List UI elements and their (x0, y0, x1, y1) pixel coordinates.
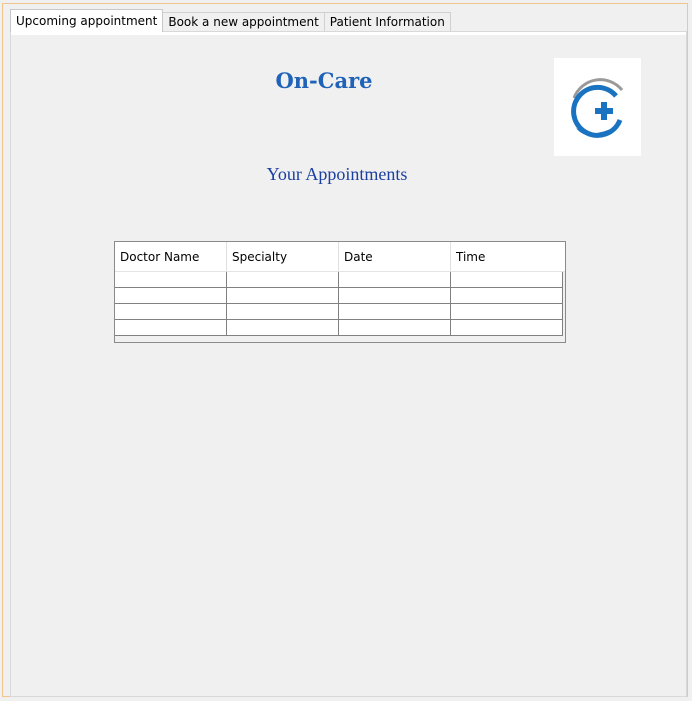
table-cell[interactable] (451, 304, 563, 320)
section-subtitle: Your Appointments (266, 164, 408, 184)
table-cell[interactable] (451, 272, 563, 288)
table-cell[interactable] (339, 320, 451, 336)
column-header-date[interactable]: Date (339, 242, 451, 271)
logo (554, 58, 641, 156)
table-cell[interactable] (451, 320, 563, 336)
appointments-table[interactable]: Doctor Name Specialty Date Time (114, 241, 566, 343)
table-cell[interactable] (115, 272, 227, 288)
table-cell[interactable] (451, 288, 563, 304)
medical-cross-hand-logo-icon (571, 78, 624, 138)
upcoming-appointment-panel: On-Care Your Appointments Doctor Name Sp… (10, 31, 687, 697)
table-header: Doctor Name Specialty Date Time (115, 242, 565, 272)
app-window: Upcoming appointment Book a new appointm… (2, 3, 688, 697)
table-cell[interactable] (227, 272, 339, 288)
table-row[interactable] (115, 320, 565, 336)
table-row[interactable] (115, 272, 565, 288)
table-row[interactable] (115, 288, 565, 304)
table-cell[interactable] (227, 320, 339, 336)
tab-book-new-appointment[interactable]: Book a new appointment (162, 12, 325, 32)
table-cell[interactable] (227, 288, 339, 304)
table-cell[interactable] (339, 272, 451, 288)
column-header-specialty[interactable]: Specialty (227, 242, 339, 271)
table-cell[interactable] (115, 304, 227, 320)
column-header-time[interactable]: Time (451, 242, 563, 271)
tab-patient-information[interactable]: Patient Information (323, 12, 451, 32)
column-header-doctor-name[interactable]: Doctor Name (115, 242, 227, 271)
table-cell[interactable] (339, 304, 451, 320)
tab-upcoming-appointment[interactable]: Upcoming appointment (10, 9, 164, 32)
table-cell[interactable] (115, 320, 227, 336)
table-row[interactable] (115, 304, 565, 320)
table-cell[interactable] (115, 288, 227, 304)
table-cell[interactable] (339, 288, 451, 304)
table-cell[interactable] (227, 304, 339, 320)
app-title: On-Care (275, 68, 373, 93)
tab-bar: Upcoming appointment Book a new appointm… (10, 8, 451, 32)
